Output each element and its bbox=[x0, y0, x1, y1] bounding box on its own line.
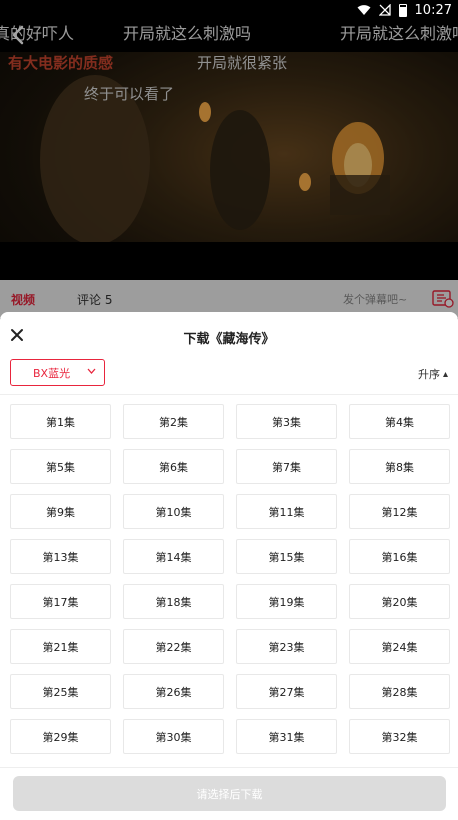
sort-order-button[interactable]: 升序 bbox=[418, 366, 448, 382]
episode-item[interactable]: 第28集 bbox=[349, 674, 450, 709]
quality-source-dropdown[interactable]: BX蓝光 bbox=[10, 359, 105, 386]
episode-item[interactable]: 第14集 bbox=[123, 539, 224, 574]
episode-grid: 第1集 第2集 第3集 第4集 第5集 第6集 第7集 第8集 第9集 第10集 第11集 第12集第… bbox=[10, 404, 450, 766]
status-bar: 10:27 bbox=[0, 0, 458, 20]
episode-item[interactable]: 第23集 bbox=[236, 629, 337, 664]
battery-icon bbox=[398, 3, 407, 17]
episode-item[interactable]: 第21集 bbox=[10, 629, 111, 664]
download-button[interactable]: 请选择后下载 bbox=[13, 776, 446, 811]
quality-source-label: BX蓝光 bbox=[33, 366, 71, 380]
modal-backdrop[interactable] bbox=[0, 0, 458, 318]
sheet-title: 下载《藏海传》 bbox=[183, 332, 275, 347]
episode-item[interactable]: 第31集 bbox=[236, 719, 337, 754]
status-time: 10:27 bbox=[414, 2, 452, 18]
episode-item[interactable]: 第18集 bbox=[123, 584, 224, 619]
sort-up-icon bbox=[443, 371, 448, 377]
episode-item[interactable]: 第32集 bbox=[349, 719, 450, 754]
episode-item[interactable]: 第9集 bbox=[10, 494, 111, 529]
episode-item[interactable]: 第17集 bbox=[10, 584, 111, 619]
episode-item[interactable]: 第30集 bbox=[123, 719, 224, 754]
episode-item[interactable]: 第3集 bbox=[236, 404, 337, 439]
episode-item[interactable]: 第7集 bbox=[236, 449, 337, 484]
episode-item[interactable]: 第13集 bbox=[10, 539, 111, 574]
sort-order-label: 升序 bbox=[418, 368, 440, 381]
chevron-down-icon bbox=[87, 368, 96, 374]
download-sheet: 下载《藏海传》 BX蓝光 升序 第1集 第2集 第3集 第4集第5集 第6集 第7集 第8集… bbox=[0, 312, 458, 820]
no-signal-icon bbox=[378, 4, 391, 16]
episode-item[interactable]: 第20集 bbox=[349, 584, 450, 619]
episode-item[interactable]: 第22集 bbox=[123, 629, 224, 664]
wifi-icon bbox=[357, 5, 371, 15]
episode-item[interactable]: 第12集 bbox=[349, 494, 450, 529]
episode-item[interactable]: 第27集 bbox=[236, 674, 337, 709]
divider bbox=[0, 394, 458, 395]
episode-item[interactable]: 第6集 bbox=[123, 449, 224, 484]
episode-item[interactable]: 第10集 bbox=[123, 494, 224, 529]
episode-item[interactable]: 第24集 bbox=[349, 629, 450, 664]
episode-item[interactable]: 第8集 bbox=[349, 449, 450, 484]
episode-item[interactable]: 第15集 bbox=[236, 539, 337, 574]
episode-item[interactable]: 第26集 bbox=[123, 674, 224, 709]
episode-item[interactable]: 第1集 bbox=[10, 404, 111, 439]
divider bbox=[0, 767, 458, 768]
episode-item[interactable]: 第4集 bbox=[349, 404, 450, 439]
episode-item[interactable]: 第11集 bbox=[236, 494, 337, 529]
episode-item[interactable]: 第19集 bbox=[236, 584, 337, 619]
episode-item[interactable]: 第5集 bbox=[10, 449, 111, 484]
episode-item[interactable]: 第29集 bbox=[10, 719, 111, 754]
episode-item[interactable]: 第25集 bbox=[10, 674, 111, 709]
sheet-header: 下载《藏海传》 bbox=[0, 312, 458, 360]
episode-item[interactable]: 第2集 bbox=[123, 404, 224, 439]
episode-item[interactable]: 第16集 bbox=[349, 539, 450, 574]
